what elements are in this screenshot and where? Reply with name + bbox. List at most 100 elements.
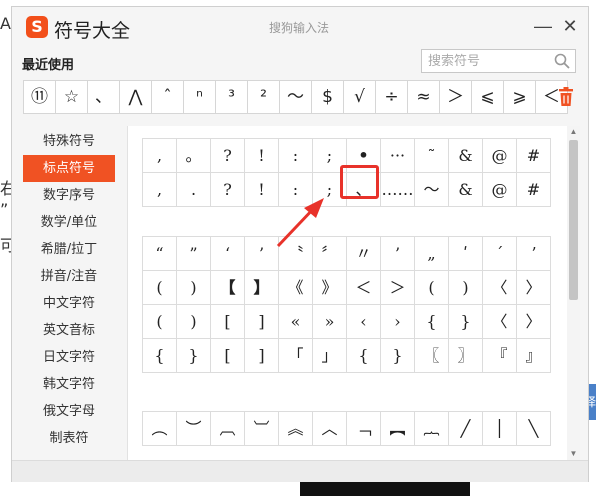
symbol-cell[interactable]: ) bbox=[449, 271, 483, 305]
symbol-cell[interactable]: ︻ bbox=[381, 412, 415, 446]
symbol-cell[interactable]: 【 bbox=[211, 271, 245, 305]
recent-symbol-cell[interactable]: ～ bbox=[279, 80, 312, 114]
symbol-cell[interactable]: @ bbox=[483, 173, 517, 207]
symbol-cell[interactable]: ～ bbox=[415, 173, 449, 207]
symbol-cell[interactable]: ) bbox=[177, 305, 211, 339]
symbol-cell[interactable]: 〉 bbox=[517, 305, 551, 339]
trash-icon[interactable] bbox=[556, 86, 576, 108]
scroll-down-icon[interactable]: ▼ bbox=[567, 448, 580, 460]
symbol-cell[interactable]: » bbox=[313, 305, 347, 339]
symbol-cell[interactable]: ? bbox=[211, 173, 245, 207]
recent-symbol-cell[interactable]: √ bbox=[343, 80, 376, 114]
symbol-cell[interactable]: ︿ bbox=[313, 412, 347, 446]
symbol-cell[interactable]: …… bbox=[381, 173, 415, 207]
symbol-cell[interactable]: @ bbox=[483, 139, 517, 173]
symbol-cell[interactable]: ︶ bbox=[177, 412, 211, 446]
symbol-cell[interactable]: ? bbox=[211, 139, 245, 173]
symbol-cell[interactable]: 〖 bbox=[415, 339, 449, 373]
sidebar-item[interactable]: 数学/单位 bbox=[23, 209, 115, 236]
symbol-cell[interactable]: 」 bbox=[313, 339, 347, 373]
symbol-cell[interactable]: ] bbox=[245, 339, 279, 373]
minimize-button[interactable]: — bbox=[532, 15, 554, 37]
title-bar[interactable]: S 符号大全 搜狗输入法 — ✕ bbox=[12, 7, 588, 47]
symbol-cell[interactable]: ︷ bbox=[415, 412, 449, 446]
symbol-cell[interactable]: & bbox=[449, 139, 483, 173]
symbol-cell[interactable]: ˜ bbox=[415, 139, 449, 173]
symbol-cell[interactable]: } bbox=[381, 339, 415, 373]
recent-symbol-cell[interactable]: ÷ bbox=[375, 80, 408, 114]
symbol-cell[interactable]: ＜ bbox=[347, 271, 381, 305]
symbol-cell[interactable]: ( bbox=[143, 271, 177, 305]
symbol-cell[interactable]: 〃 bbox=[347, 237, 381, 271]
recent-symbol-cell[interactable]: ⁿ bbox=[183, 80, 216, 114]
symbol-cell[interactable]: ╲ bbox=[517, 412, 551, 446]
symbol-cell[interactable]: ( bbox=[143, 305, 177, 339]
sidebar-item[interactable]: 制表符 bbox=[23, 425, 115, 452]
symbol-cell[interactable]: ︽ bbox=[279, 412, 313, 446]
symbol-cell[interactable]: ʹ bbox=[449, 237, 483, 271]
symbol-cell[interactable]: 《 bbox=[279, 271, 313, 305]
symbol-cell[interactable]: 。 bbox=[177, 139, 211, 173]
recent-symbol-cell[interactable]: ² bbox=[247, 80, 280, 114]
sidebar-item[interactable]: 标点符号 bbox=[23, 155, 115, 182]
sidebar-item[interactable]: 希腊/拉丁 bbox=[23, 236, 115, 263]
symbol-cell[interactable]: ︹ bbox=[211, 412, 245, 446]
recent-symbol-cell[interactable]: ⑪ bbox=[23, 80, 56, 114]
symbol-cell[interactable]: ) bbox=[177, 271, 211, 305]
symbol-cell[interactable]: ] bbox=[245, 305, 279, 339]
symbol-cell[interactable]: 〈 bbox=[483, 305, 517, 339]
symbol-cell[interactable]: ··· bbox=[381, 139, 415, 173]
symbol-cell[interactable]: , bbox=[143, 139, 177, 173]
recent-symbol-cell[interactable]: ⩾ bbox=[503, 80, 536, 114]
symbol-cell[interactable]: . bbox=[177, 173, 211, 207]
search-input[interactable] bbox=[422, 50, 564, 72]
symbol-cell[interactable]: ” bbox=[177, 237, 211, 271]
sidebar-item[interactable]: 俄文字母 bbox=[23, 398, 115, 425]
symbol-cell[interactable]: ’ bbox=[381, 237, 415, 271]
symbol-cell[interactable]: # bbox=[517, 139, 551, 173]
recent-symbol-cell[interactable]: ＞ bbox=[439, 80, 472, 114]
symbol-cell[interactable]: “ bbox=[143, 237, 177, 271]
symbol-cell[interactable]: ( bbox=[415, 271, 449, 305]
symbol-cell[interactable]: ˊ bbox=[483, 237, 517, 271]
symbol-cell[interactable]: , bbox=[143, 173, 177, 207]
symbol-cell[interactable]: │ bbox=[483, 412, 517, 446]
sidebar-item[interactable]: 英文音标 bbox=[23, 317, 115, 344]
recent-symbol-cell[interactable]: ≈ bbox=[407, 80, 440, 114]
sidebar-item[interactable]: 特殊符号 bbox=[23, 128, 115, 155]
scrollbar[interactable]: ▲ ▼ bbox=[567, 126, 580, 460]
symbol-cell[interactable]: ‘ bbox=[211, 237, 245, 271]
symbol-cell[interactable]: { bbox=[143, 339, 177, 373]
symbol-cell[interactable]: „ bbox=[415, 237, 449, 271]
recent-symbol-cell[interactable]: ³ bbox=[215, 80, 248, 114]
scroll-thumb[interactable] bbox=[569, 140, 578, 300]
symbol-cell[interactable]: { bbox=[415, 305, 449, 339]
symbol-cell[interactable]: ‹ bbox=[347, 305, 381, 339]
symbol-cell[interactable]: 》 bbox=[313, 271, 347, 305]
symbol-cell[interactable]: [ bbox=[211, 305, 245, 339]
recent-symbol-cell[interactable]: ˆ bbox=[151, 80, 184, 114]
symbol-cell[interactable]: › bbox=[381, 305, 415, 339]
symbol-cell[interactable]: ︵ bbox=[143, 412, 177, 446]
recent-symbol-cell[interactable]: $ bbox=[311, 80, 344, 114]
symbol-cell[interactable]: : bbox=[279, 139, 313, 173]
symbol-cell[interactable]: & bbox=[449, 173, 483, 207]
sidebar-item[interactable]: 数字序号 bbox=[23, 182, 115, 209]
sidebar-item[interactable]: 中文字符 bbox=[23, 290, 115, 317]
symbol-cell[interactable]: ! bbox=[245, 139, 279, 173]
symbol-cell[interactable]: } bbox=[177, 339, 211, 373]
symbol-cell[interactable]: [ bbox=[211, 339, 245, 373]
symbol-cell[interactable]: } bbox=[449, 305, 483, 339]
symbol-cell[interactable]: « bbox=[279, 305, 313, 339]
symbol-cell[interactable]: ︺ bbox=[245, 412, 279, 446]
scroll-up-icon[interactable]: ▲ bbox=[567, 126, 580, 138]
sidebar-item[interactable]: 拼音/注音 bbox=[23, 263, 115, 290]
sidebar-item[interactable]: 韩文字符 bbox=[23, 371, 115, 398]
symbol-cell[interactable]: # bbox=[517, 173, 551, 207]
symbol-cell[interactable]: ＞ bbox=[381, 271, 415, 305]
symbol-cell[interactable]: 』 bbox=[517, 339, 551, 373]
symbol-cell[interactable]: 「 bbox=[279, 339, 313, 373]
recent-symbol-cell[interactable]: ⩽ bbox=[471, 80, 504, 114]
symbol-cell[interactable]: ﹁ bbox=[347, 412, 381, 446]
close-button[interactable]: ✕ bbox=[559, 15, 581, 37]
